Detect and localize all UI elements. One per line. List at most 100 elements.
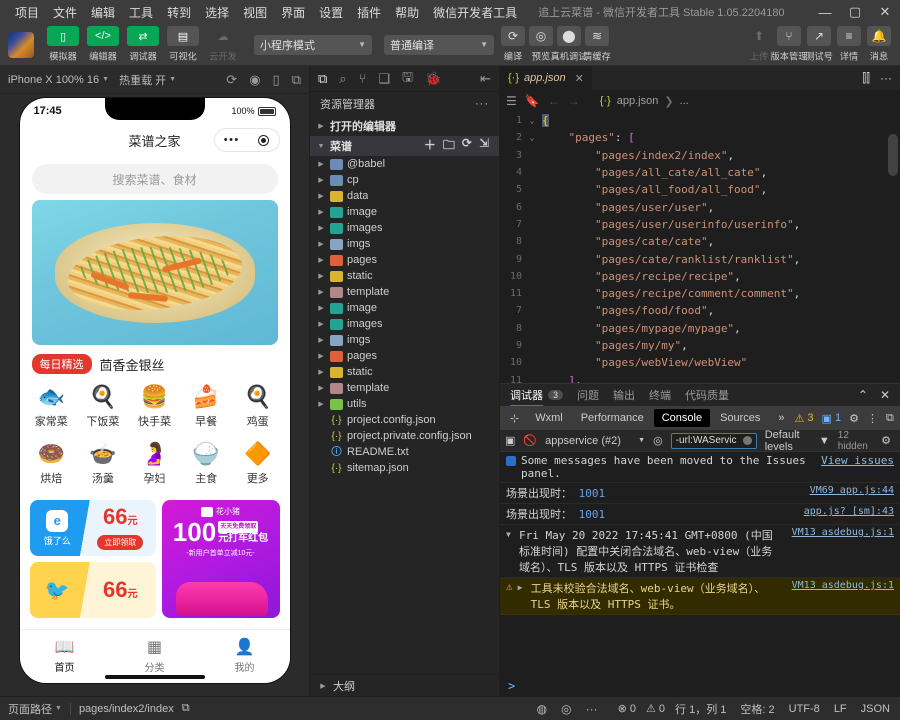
open-editors-section[interactable]: ▶ 打开的编辑器 bbox=[310, 116, 499, 136]
tabbar-首页[interactable]: 📖 首页 bbox=[20, 630, 110, 683]
page-path-select[interactable]: 页面路径 ▼ bbox=[8, 701, 62, 717]
debugger-tab-调试器[interactable]: 调试器 bbox=[510, 384, 543, 406]
compile-select[interactable]: 普通编译 ▼ bbox=[384, 34, 494, 55]
bookmark-icon[interactable]: 🔖 bbox=[525, 94, 540, 108]
tree-folder-utils[interactable]: ▶ utils bbox=[310, 396, 499, 412]
category-快手菜[interactable]: 🍔 快手菜 bbox=[129, 380, 181, 433]
encoding[interactable]: UTF-8 bbox=[789, 703, 820, 715]
more-icon[interactable]: ··· bbox=[586, 702, 598, 716]
breadcrumb-file[interactable]: app.json bbox=[617, 95, 659, 107]
tree-file-sitemap.json[interactable]: {·} sitemap.json bbox=[310, 460, 499, 476]
close-circle-icon[interactable] bbox=[258, 134, 270, 146]
toolbar-button-编辑器[interactable]: </> 编辑器 bbox=[84, 26, 122, 63]
ad-meituan[interactable]: 🐦 66元 bbox=[29, 562, 156, 618]
devtools-tab-Console[interactable]: Console bbox=[653, 409, 711, 427]
console-message-source[interactable]: VM69 app.js:44 bbox=[804, 485, 894, 496]
action-button-编译[interactable]: ⟳ 编译 bbox=[500, 26, 526, 63]
menu-item-2[interactable]: 编辑 bbox=[84, 2, 122, 23]
menu-item-4[interactable]: 转到 bbox=[160, 2, 198, 23]
mode-select[interactable]: 小程序模式 ▼ bbox=[254, 34, 372, 55]
toolbar-right-版本管理[interactable]: ⑂ 版本管理 bbox=[771, 26, 807, 63]
debugger-tab-代码质量[interactable]: 代码质量 bbox=[685, 387, 729, 403]
eye-icon[interactable]: ◎ bbox=[561, 702, 571, 716]
toolbar-right-上传[interactable]: ⬆ 上传 bbox=[746, 26, 772, 63]
menu-item-5[interactable]: 选择 bbox=[198, 2, 236, 23]
toolbar-button-云开发[interactable]: ☁ 云开发 bbox=[204, 26, 242, 63]
tree-folder-image[interactable]: ▶ image bbox=[310, 300, 499, 316]
hero-dish-image[interactable] bbox=[31, 200, 278, 345]
tree-folder-template[interactable]: ▶ template bbox=[310, 380, 499, 396]
debugger-tab-终端[interactable]: 终端 bbox=[649, 387, 671, 403]
refresh-icon[interactable]: ⟳ bbox=[226, 72, 237, 88]
back-icon[interactable]: ← bbox=[548, 94, 560, 108]
new-file-icon[interactable]: ＋ bbox=[424, 136, 436, 157]
extensions-icon[interactable]: ❑ bbox=[378, 71, 390, 87]
chevron-up-icon[interactable]: ⌃ bbox=[858, 388, 868, 402]
copy-icon[interactable]: ⧉ bbox=[318, 71, 327, 87]
new-folder-icon[interactable]: 🗀 bbox=[443, 136, 455, 157]
category-孕妇[interactable]: 🤰 孕妇 bbox=[129, 437, 181, 490]
view-issues-link[interactable]: View issues bbox=[821, 454, 894, 467]
tree-folder-pages[interactable]: ▶ pages bbox=[310, 252, 499, 268]
eye-icon[interactable]: ◎ bbox=[653, 434, 663, 447]
expand-icon[interactable]: ▶ bbox=[518, 583, 526, 592]
minimize-button[interactable]: — bbox=[810, 0, 840, 24]
tree-folder-template[interactable]: ▶ template bbox=[310, 284, 499, 300]
tree-folder-static[interactable]: ▶ static bbox=[310, 268, 499, 284]
split-editor-icon[interactable]: ⫿⫿ bbox=[862, 71, 870, 86]
code-editor[interactable]: 1 ⌄{2 ⌄ "pages": [3 "pages/index2/index", 4… bbox=[500, 112, 900, 383]
category-烘焙[interactable]: 🍩 烘焙 bbox=[26, 437, 78, 490]
toolbar-right-测试号[interactable]: ↗ 测试号 bbox=[805, 26, 833, 63]
toolbar-right-详情[interactable]: ≡ 详情 bbox=[836, 26, 862, 63]
refresh-icon[interactable]: ⟳ bbox=[462, 136, 472, 157]
console-message-source[interactable]: VM13 asdebug.js:1 bbox=[786, 580, 894, 591]
devtools-tab-»[interactable]: » bbox=[770, 409, 792, 427]
tree-folder-imgs[interactable]: ▶ imgs bbox=[310, 332, 499, 348]
editor-scrollbar[interactable] bbox=[888, 134, 898, 176]
language-mode[interactable]: JSON bbox=[861, 703, 890, 715]
outline-icon[interactable]: ☰ bbox=[506, 94, 517, 108]
tree-folder-static[interactable]: ▶ static bbox=[310, 364, 499, 380]
project-root-section[interactable]: ▼ 菜谱 ＋ 🗀 ⟳ ⇲ bbox=[310, 136, 499, 156]
debugger-tab-输出[interactable]: 输出 bbox=[613, 387, 635, 403]
console-log[interactable]: Some messages have been moved to the Iss… bbox=[500, 452, 900, 676]
close-icon[interactable]: ✕ bbox=[575, 72, 584, 85]
menu-item-11[interactable]: 微信开发者工具 bbox=[426, 2, 524, 23]
inspect-icon[interactable]: ⊹ bbox=[504, 412, 525, 425]
more-icon[interactable]: ··· bbox=[880, 71, 892, 86]
menu-item-7[interactable]: 界面 bbox=[274, 2, 312, 23]
search-icon[interactable]: ⌕ bbox=[339, 71, 346, 87]
toolbar-right-消息[interactable]: 🔔 消息 bbox=[866, 26, 892, 63]
maximize-button[interactable]: ▢ bbox=[840, 0, 870, 24]
rotate-icon[interactable]: ▯ bbox=[273, 72, 280, 88]
cursor-position[interactable]: 行 1，列 1 bbox=[675, 701, 726, 717]
tree-folder-imgs[interactable]: ▶ imgs bbox=[310, 236, 499, 252]
toolbar-button-可视化[interactable]: ▤ 可视化 bbox=[164, 26, 202, 63]
eol[interactable]: LF bbox=[834, 703, 847, 715]
bug-icon[interactable]: 🐞 bbox=[425, 71, 441, 87]
category-更多[interactable]: 🔶 更多 bbox=[232, 437, 284, 490]
kebab-icon[interactable]: ⋮ bbox=[867, 412, 878, 425]
devtools-tab-Performance[interactable]: Performance bbox=[573, 409, 652, 427]
category-主食[interactable]: 🍚 主食 bbox=[180, 437, 232, 490]
dock-icon[interactable]: ⧉ bbox=[886, 412, 894, 425]
info-count[interactable]: ▣ 1 bbox=[822, 412, 842, 425]
menu-item-3[interactable]: 工具 bbox=[122, 2, 160, 23]
indentation[interactable]: 空格: 2 bbox=[740, 701, 774, 717]
more-icon[interactable]: ••• bbox=[224, 134, 240, 146]
menu-item-1[interactable]: 文件 bbox=[46, 2, 84, 23]
category-汤羹[interactable]: 🍲 汤羹 bbox=[77, 437, 129, 490]
copy-icon[interactable]: ⧉ bbox=[182, 702, 190, 715]
ad-eleme[interactable]: e 饿了么 66元 立即领取 bbox=[29, 500, 156, 556]
phone-screen[interactable]: 17:45 100% 菜谱之家 ••• 搜索菜谱、食材 每日精选 茴香金银丝 🐟… bbox=[19, 98, 290, 683]
explorer-more-icon[interactable]: ··· bbox=[475, 98, 489, 110]
status-problems[interactable]: ⊗ 0 ⚠ 0 bbox=[608, 702, 675, 715]
console-message-source[interactable]: app.js? [sm]:43 bbox=[798, 506, 894, 517]
gear-icon[interactable]: ⚙ bbox=[881, 434, 895, 447]
device-select[interactable]: iPhone X 100% 16 ▼ bbox=[8, 74, 109, 86]
collapse-icon[interactable]: ⇤ bbox=[480, 71, 491, 87]
tabbar-我的[interactable]: 👤 我的 bbox=[200, 630, 290, 683]
record-icon[interactable]: ◉ bbox=[249, 72, 260, 88]
tree-folder-@babel[interactable]: ▶ @babel bbox=[310, 156, 499, 172]
hot-reload-select[interactable]: 热重载 开 ▼ bbox=[119, 72, 176, 88]
